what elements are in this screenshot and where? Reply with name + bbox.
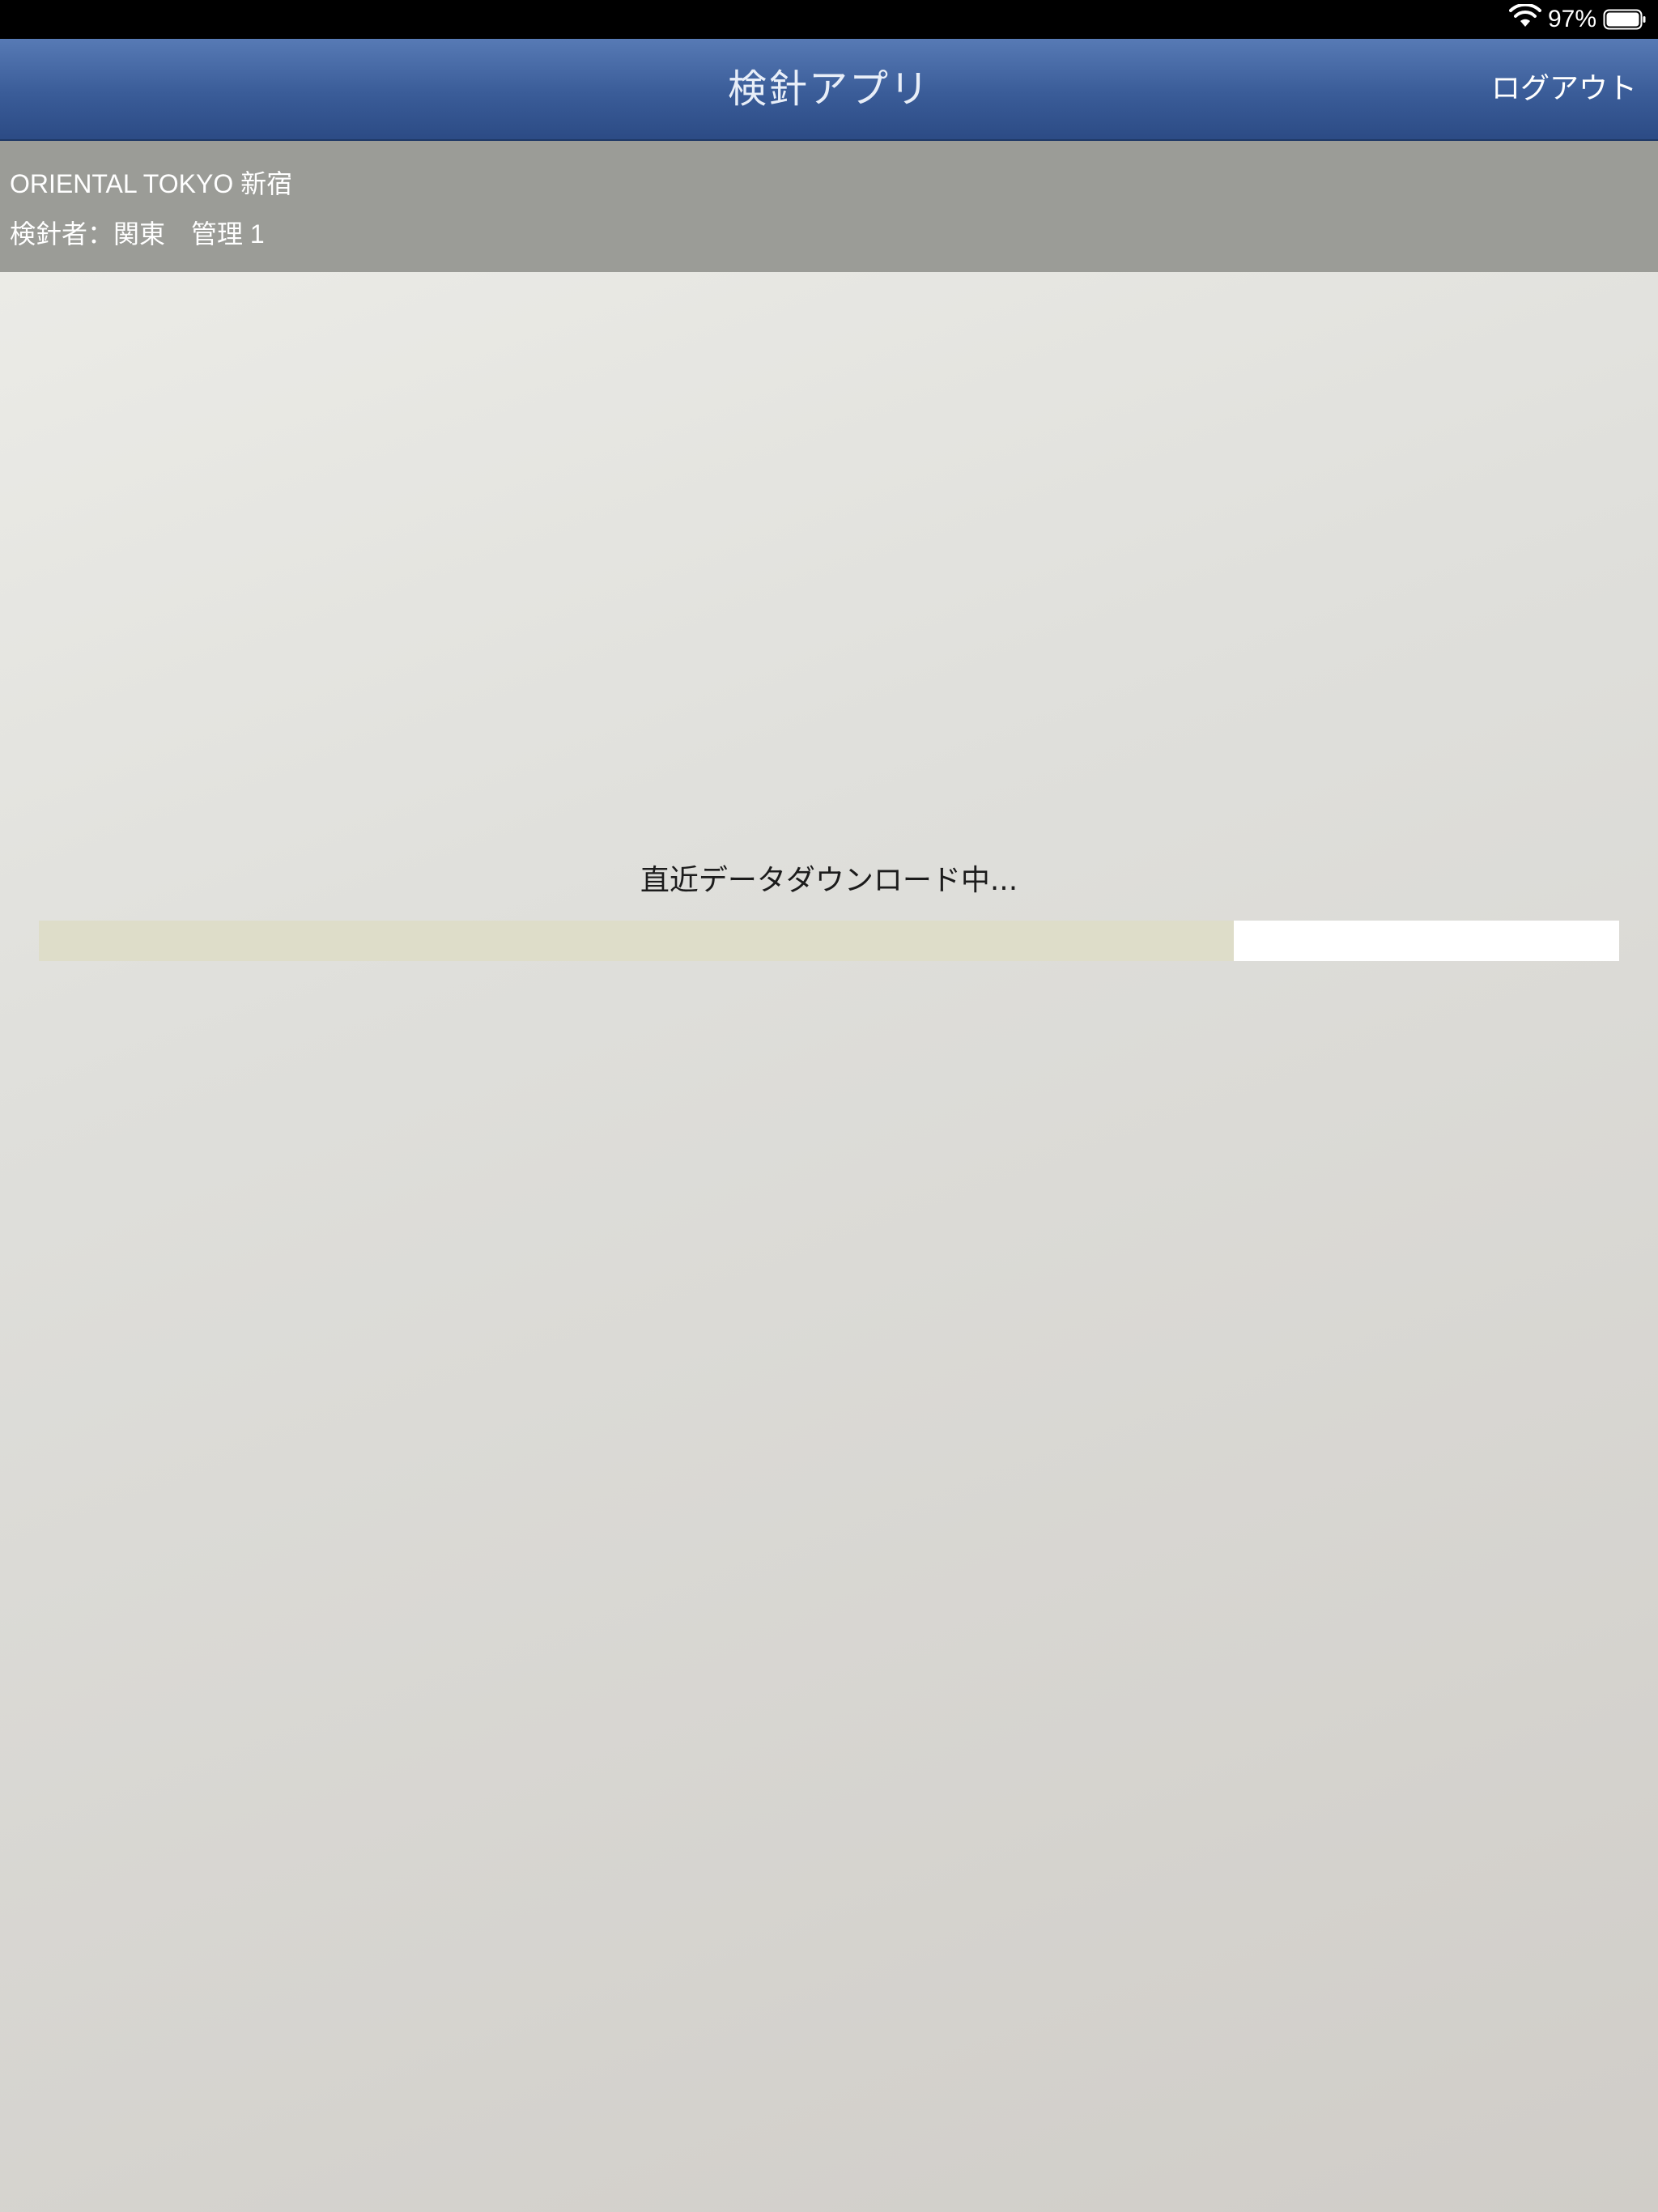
facility-name: ORIENTAL TOKYO 新宿 (10, 169, 293, 198)
wifi-icon (1508, 2, 1541, 35)
download-status-text: 直近データダウンロード中... (640, 864, 1018, 897)
inspector-name: 検針者：関東 管理 1 (10, 219, 265, 249)
navigation-bar: 検針アプリ ログアウト (0, 39, 1658, 141)
download-progress-fill (39, 921, 1234, 961)
status-indicators: 97% (1508, 0, 1647, 39)
status-bar: 97% (0, 0, 1658, 39)
logout-button[interactable]: ログアウト (1491, 39, 1637, 139)
session-info-bar: ORIENTAL TOKYO 新宿 検針者：関東 管理 1 (0, 141, 1658, 272)
app-screen: 97% 検針アプリ ログアウト ORIENTAL TOKYO 新宿 検針者：関東… (0, 0, 1658, 2212)
battery-icon (1603, 9, 1647, 30)
download-progress-bar (39, 921, 1619, 961)
battery-percent: 97% (1547, 6, 1596, 32)
app-title: 検針アプリ (727, 66, 930, 112)
